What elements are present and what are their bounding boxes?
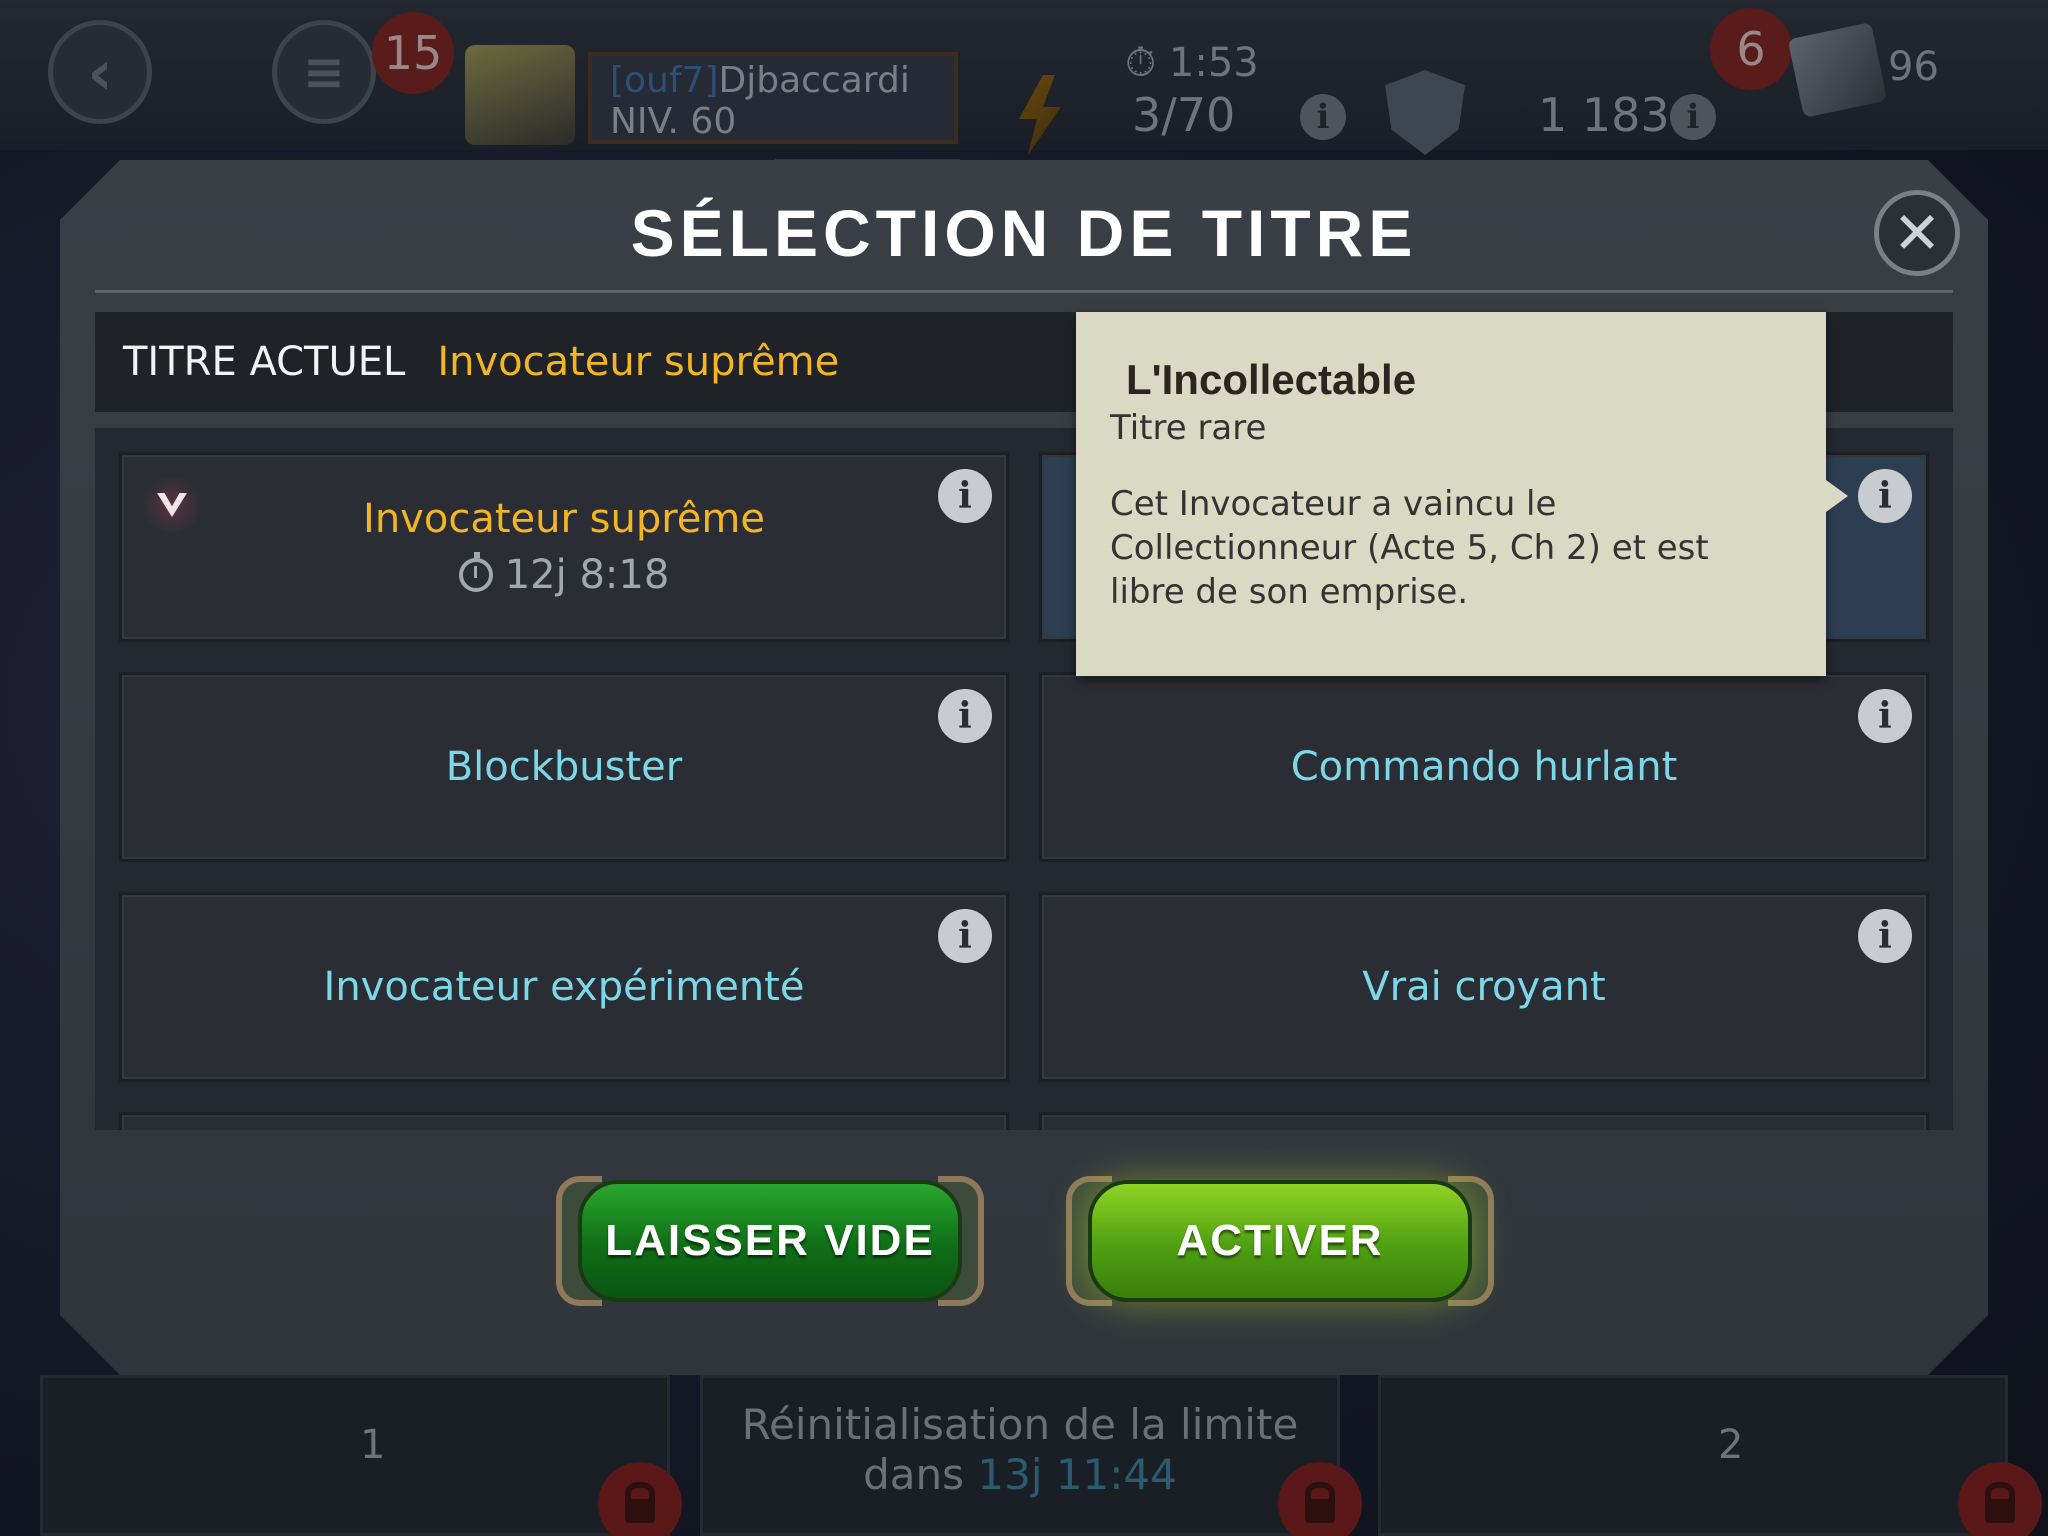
crystal-icon[interactable] — [1787, 22, 1888, 118]
reset-timer: 13j 11:44 — [977, 1450, 1177, 1499]
lock-icon — [1278, 1462, 1362, 1536]
title-card-name: Blockbuster — [445, 744, 683, 790]
reset-limit-label: Réinitialisation de la limite — [741, 1400, 1299, 1449]
leave-empty-label: LAISSER VIDE — [578, 1180, 962, 1302]
title-divider — [95, 290, 1953, 293]
notifications-badge: 15 — [372, 12, 454, 94]
close-button[interactable]: ✕ — [1874, 190, 1960, 276]
alliance-tag: [ouf7] — [610, 60, 719, 101]
stopwatch-icon: ⏱ — [1125, 40, 1157, 86]
current-title-value: Invocateur suprême — [437, 339, 840, 385]
tooltip-title: L'Incollectable — [1126, 356, 1417, 403]
energy-info-icon[interactable]: i — [1300, 94, 1346, 140]
crystal-badge: 6 — [1710, 8, 1792, 90]
top-bar: ‹ ≡ 15 [ouf7]Djbaccardi NIV. 60 ⏱ 1:53 3… — [0, 0, 2048, 175]
lock-icon — [598, 1462, 682, 1536]
activate-label: ACTIVER — [1088, 1180, 1472, 1302]
info-icon[interactable]: i — [938, 469, 992, 523]
title-card-commando-hurlant[interactable]: Commando hurlant i — [1039, 672, 1929, 862]
tooltip-subtitle: Titre rare — [1110, 408, 1267, 448]
back-button[interactable]: ‹ — [48, 20, 152, 124]
energy-timer-value: 1:53 — [1168, 40, 1259, 86]
info-icon[interactable]: i — [938, 689, 992, 743]
alliance-points: 1 183 — [1538, 88, 1670, 142]
alliance-info-icon[interactable]: i — [1670, 94, 1716, 140]
title-card-invocateur-supreme[interactable]: Invocateur suprême 12j 8:18 i — [119, 452, 1009, 642]
current-title-label: TITRE ACTUEL — [123, 339, 406, 385]
crystal-count: 96 — [1888, 44, 1939, 90]
menu-button[interactable]: ≡ — [272, 20, 376, 124]
bottom-right-count: 2 — [1718, 1422, 1744, 1468]
info-icon[interactable]: i — [938, 909, 992, 963]
energy-icon — [1019, 75, 1061, 155]
title-card-name: Invocateur suprême — [363, 496, 765, 542]
bottom-left-count: 1 — [360, 1422, 386, 1468]
leave-empty-button[interactable]: LAISSER VIDE — [556, 1170, 984, 1312]
close-icon: ✕ — [1892, 199, 1942, 267]
alliance-shield-icon — [1385, 70, 1465, 155]
info-icon[interactable]: i — [1858, 689, 1912, 743]
reset-prefix: dans — [863, 1450, 965, 1499]
tooltip-description: Cet Invocateur a vaincu le Collectionneu… — [1110, 484, 1709, 612]
activate-button[interactable]: ACTIVER — [1066, 1170, 1494, 1312]
energy-value: 3/70 — [1132, 88, 1236, 142]
title-card-partial[interactable] — [1039, 1112, 1929, 1130]
avatar[interactable] — [465, 45, 575, 145]
player-name: Djbaccardi — [718, 60, 910, 101]
summoner-icon — [144, 477, 200, 533]
title-card-name: Vrai croyant — [1362, 964, 1606, 1010]
title-card-name: Commando hurlant — [1290, 744, 1678, 790]
modal-title: SÉLECTION DE TITRE — [630, 196, 1418, 270]
title-card-invocateur-experimente[interactable]: Invocateur expérimenté i — [119, 892, 1009, 1082]
player-info[interactable]: [ouf7]Djbaccardi NIV. 60 — [588, 52, 960, 175]
player-level: NIV. 60 — [610, 101, 737, 142]
info-icon[interactable]: i — [1858, 909, 1912, 963]
title-tooltip: L'Incollectable Titre rare Cet Invocateu… — [1076, 312, 1848, 676]
info-icon[interactable]: i — [1858, 469, 1912, 523]
stopwatch-icon — [458, 552, 493, 592]
title-card-blockbuster[interactable]: Blockbuster i — [119, 672, 1009, 862]
title-card-timer: 12j 8:18 — [458, 552, 670, 598]
title-card-vrai-croyant[interactable]: Vrai croyant i — [1039, 892, 1929, 1082]
lock-icon — [1958, 1462, 2042, 1536]
energy-timer: ⏱ 1:53 — [1125, 40, 1259, 86]
bottom-card-left — [40, 1375, 670, 1536]
title-card-name: Invocateur expérimenté — [323, 964, 805, 1010]
title-card-timer-value: 12j 8:18 — [504, 552, 670, 598]
title-card-partial[interactable] — [119, 1112, 1009, 1130]
bottom-card-right — [1378, 1375, 2008, 1536]
reset-limit-text: Réinitialisation de la limite dans 13j 1… — [700, 1400, 1340, 1500]
